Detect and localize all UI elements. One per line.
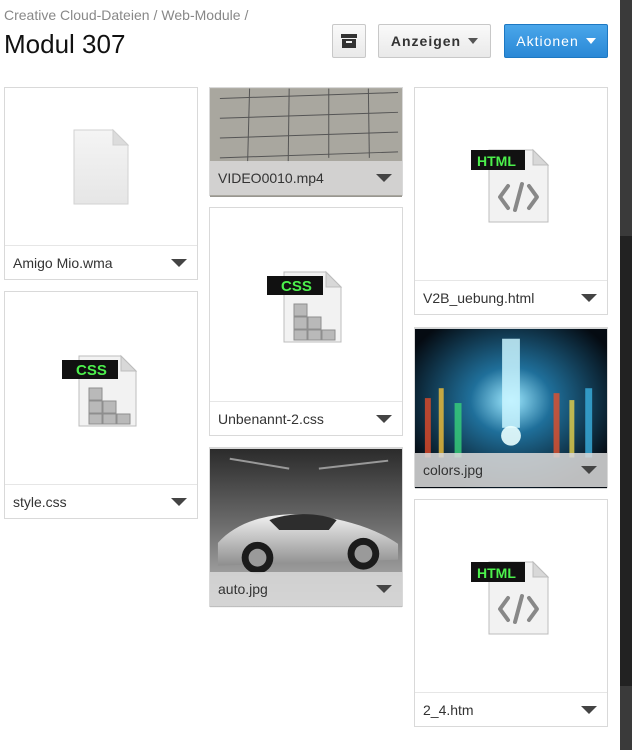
file-thumbnail: HTML <box>415 88 607 281</box>
file-menu-caret-icon[interactable] <box>581 293 597 302</box>
file-thumbnail: CSS <box>5 292 197 485</box>
file-card[interactable]: auto.jpg <box>209 447 403 608</box>
html-file-icon: HTML <box>471 560 550 634</box>
file-name: Unbenannt-2.css <box>218 410 324 427</box>
breadcrumb: Creative Cloud-Dateien / Web-Module / <box>4 7 252 23</box>
file-name: colors.jpg <box>423 462 483 478</box>
file-card[interactable]: HTML V2B_uebung.html <box>414 87 608 315</box>
file-card[interactable]: Amigo Mio.wma <box>4 87 198 280</box>
scrollbar-thumb[interactable] <box>620 236 632 686</box>
archive-button[interactable] <box>332 24 366 58</box>
file-name: Amigo Mio.wma <box>13 254 113 271</box>
actions-dropdown-button[interactable]: Aktionen <box>504 24 608 58</box>
file-name: auto.jpg <box>218 581 268 597</box>
file-card-footer: Unbenannt-2.css <box>210 401 402 435</box>
file-menu-caret-icon[interactable] <box>376 414 392 423</box>
file-menu-caret-icon[interactable] <box>376 174 392 182</box>
css-file-icon: CSS <box>267 270 343 343</box>
breadcrumb-separator: / <box>153 7 158 23</box>
file-card-footer: VIDEO0010.mp4 <box>210 161 402 195</box>
scrollbar[interactable] <box>620 0 632 750</box>
breadcrumb-separator: / <box>244 7 249 23</box>
actions-button-label: Aktionen <box>516 33 579 49</box>
file-card-footer: 2_4.htm <box>415 692 607 726</box>
file-menu-caret-icon[interactable] <box>581 466 597 474</box>
show-button-label: Anzeigen <box>390 33 462 49</box>
file-thumbnail <box>5 88 197 246</box>
file-card[interactable]: HTML 2_4.htm <box>414 499 608 727</box>
file-menu-caret-icon[interactable] <box>376 585 392 593</box>
file-name: V2B_uebung.html <box>423 289 535 306</box>
file-thumbnail: HTML <box>415 500 607 693</box>
file-card-footer: V2B_uebung.html <box>415 280 607 314</box>
html-file-icon: HTML <box>471 148 550 222</box>
file-name: 2_4.htm <box>423 701 474 718</box>
file-menu-caret-icon[interactable] <box>171 258 187 267</box>
file-thumbnail: CSS <box>210 208 402 402</box>
show-dropdown-button[interactable]: Anzeigen <box>378 24 491 58</box>
file-card-footer: colors.jpg <box>415 453 607 487</box>
css-badge-text: CSS <box>281 278 312 295</box>
file-name: VIDEO0010.mp4 <box>218 170 324 186</box>
file-card[interactable]: VIDEO0010.mp4 <box>209 87 403 197</box>
css-badge-text: CSS <box>76 362 107 379</box>
file-card[interactable]: CSS Unbenannt-2.css <box>209 207 403 436</box>
html-badge-text: HTML <box>477 153 516 169</box>
html-badge-text: HTML <box>477 565 516 581</box>
file-menu-caret-icon[interactable] <box>581 705 597 714</box>
file-card[interactable]: colors.jpg <box>414 327 608 489</box>
generic-file-icon <box>73 128 130 205</box>
archive-icon <box>341 34 357 48</box>
file-card-footer: Amigo Mio.wma <box>5 245 197 279</box>
file-card-footer: auto.jpg <box>210 572 402 606</box>
file-name: style.css <box>13 493 67 510</box>
page-title: Modul 307 <box>4 29 126 59</box>
css-file-icon: CSS <box>62 354 138 426</box>
file-menu-caret-icon[interactable] <box>171 497 187 506</box>
breadcrumb-item-creative-cloud[interactable]: Creative Cloud-Dateien <box>4 7 150 23</box>
file-card[interactable]: CSS style.css <box>4 291 198 519</box>
file-card-footer: style.css <box>5 484 197 518</box>
chevron-down-icon <box>468 38 479 44</box>
breadcrumb-item-web-module[interactable]: Web-Module <box>161 7 240 23</box>
chevron-down-icon <box>585 38 596 44</box>
